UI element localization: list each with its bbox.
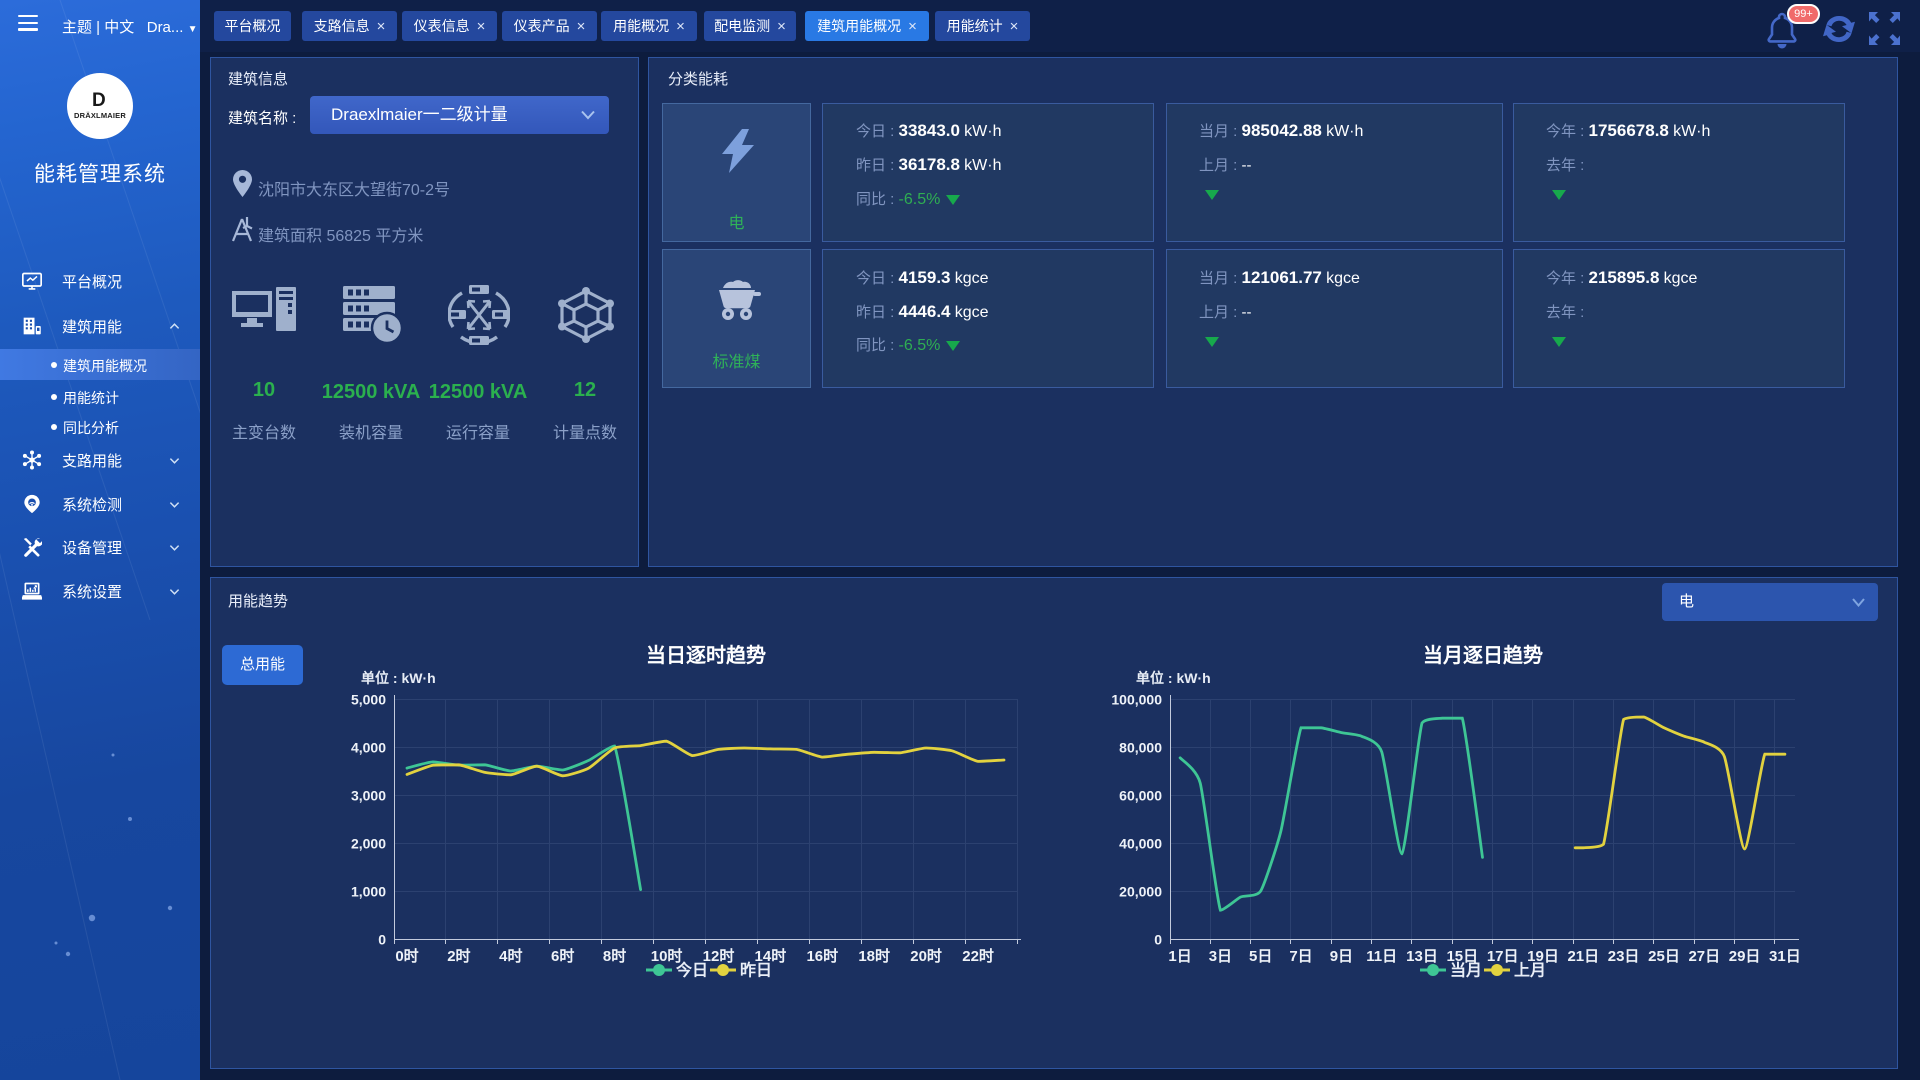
svg-text:当月逐日趋势: 当月逐日趋势 — [1423, 643, 1543, 667]
svg-text:上月: 上月 — [1514, 962, 1546, 980]
svg-text:5日: 5日 — [1249, 948, 1272, 965]
svg-text:3,000: 3,000 — [351, 788, 386, 804]
svg-text:8时: 8时 — [603, 948, 626, 965]
svg-text:9日: 9日 — [1330, 948, 1353, 965]
svg-text:昨日: 昨日 — [740, 961, 772, 980]
svg-text:6时: 6时 — [551, 948, 574, 965]
svg-text:3日: 3日 — [1209, 948, 1232, 965]
svg-text:21日: 21日 — [1567, 948, 1599, 965]
svg-text:40,000: 40,000 — [1119, 836, 1162, 852]
svg-text:5,000: 5,000 — [351, 692, 386, 708]
svg-text:0: 0 — [1154, 932, 1162, 948]
svg-text:27日: 27日 — [1688, 948, 1720, 965]
svg-text:31日: 31日 — [1769, 948, 1801, 965]
svg-text:当月: 当月 — [1450, 961, 1482, 980]
svg-text:7日: 7日 — [1289, 948, 1312, 965]
svg-text:20,000: 20,000 — [1119, 884, 1162, 900]
svg-text:20时: 20时 — [910, 948, 942, 965]
svg-text:11日: 11日 — [1366, 948, 1397, 965]
svg-text:2,000: 2,000 — [351, 836, 386, 852]
svg-text:18时: 18时 — [858, 948, 890, 965]
svg-text:60,000: 60,000 — [1119, 788, 1162, 804]
svg-text:4,000: 4,000 — [351, 740, 386, 756]
svg-text:2时: 2时 — [447, 948, 470, 965]
svg-text:当日逐时趋势: 当日逐时趋势 — [646, 643, 766, 667]
svg-text:22时: 22时 — [962, 948, 994, 965]
svg-text:今日: 今日 — [675, 961, 708, 980]
svg-text:16时: 16时 — [806, 948, 838, 965]
svg-text:13日: 13日 — [1406, 948, 1438, 965]
svg-text:0: 0 — [378, 932, 386, 948]
svg-text:29日: 29日 — [1729, 948, 1761, 965]
svg-text:23日: 23日 — [1608, 948, 1640, 965]
svg-text:100,000: 100,000 — [1111, 692, 1162, 708]
svg-text:4时: 4时 — [499, 948, 522, 965]
svg-text:单位 : kW·h: 单位 : kW·h — [361, 670, 436, 686]
svg-text:1,000: 1,000 — [351, 884, 386, 900]
svg-text:单位 : kW·h: 单位 : kW·h — [1136, 670, 1211, 686]
svg-text:80,000: 80,000 — [1119, 740, 1162, 756]
svg-text:1日: 1日 — [1168, 948, 1191, 965]
svg-text:0时: 0时 — [395, 948, 418, 965]
svg-text:25日: 25日 — [1648, 948, 1680, 965]
